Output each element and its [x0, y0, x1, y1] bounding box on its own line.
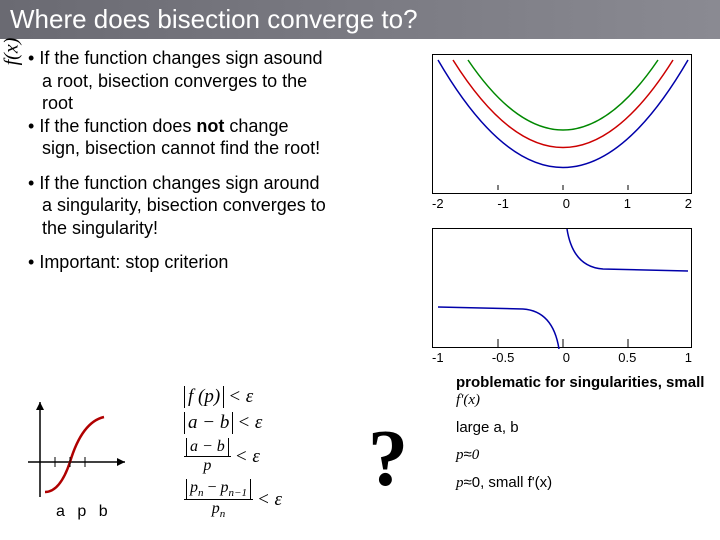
note-4a: p	[456, 475, 464, 491]
note-3: p≈0	[456, 446, 710, 464]
apb-labels: a p b	[56, 503, 112, 521]
bullet-3: • If the function changes sign around a …	[18, 172, 328, 240]
note-2-text: large a, b	[456, 419, 519, 436]
chart1-tick-0: -2	[432, 196, 444, 211]
chart1-tick-4: 2	[685, 196, 692, 211]
bullet-2-text-a: If the function does	[39, 116, 196, 136]
formula-4-pn1: p	[221, 479, 229, 496]
formula-2: a − b < ε	[184, 410, 282, 436]
bullet-2: • If the function does not change sign, …	[18, 115, 328, 160]
formula-2-rhs: < ε	[237, 412, 262, 434]
formula-4: pn − pn−1 pn < ε	[184, 477, 282, 522]
formula-1-rhs: < ε	[228, 386, 253, 408]
note-3b: ≈	[464, 446, 472, 463]
bullet-3-text: If the function changes sign around a si…	[39, 173, 326, 238]
chart1-tick-1: -1	[497, 196, 509, 211]
page-title: Where does bisection converge to?	[0, 0, 720, 39]
note-4c: 0, small f'(x)	[472, 474, 552, 491]
question-mark-icon: ?	[368, 414, 408, 505]
fx-axis-label: f(x)	[0, 38, 23, 66]
formula-4-pn: p	[190, 479, 198, 496]
chart2-xticks: -1 -0.5 0 0.5 1	[432, 350, 692, 365]
note-4b: ≈	[464, 474, 472, 491]
chart1-xticks: -2 -1 0 1 2	[432, 196, 692, 211]
formula-3-num: a − b	[186, 438, 229, 456]
note-1a: problematic for singularities, small	[456, 374, 704, 391]
chart1-tick-2: 0	[563, 196, 570, 211]
note-1: problematic for singularities, small f'(…	[456, 374, 710, 409]
note-1b: f'(x)	[456, 392, 480, 408]
bullet-1: • If the function changes sign asound a …	[18, 47, 328, 115]
formula-4-rhs: < ε	[257, 489, 282, 511]
chart-singularity	[432, 228, 692, 348]
chart2-tick-3: 0.5	[618, 350, 636, 365]
stop-criteria-formulas: f (p) < ε a − b < ε a − b p < ε pn − pn−…	[184, 384, 282, 522]
chart2-tick-1: -0.5	[492, 350, 514, 365]
chart-parabolas	[432, 54, 692, 194]
formula-1: f (p) < ε	[184, 384, 282, 410]
chart2-tick-0: -1	[432, 350, 444, 365]
note-3c: 0	[472, 447, 480, 463]
bullet-1-text: If the function changes sign asound a ro…	[39, 48, 322, 113]
formula-1-lhs: f (p)	[188, 386, 220, 407]
note-2: large a, b	[456, 419, 710, 436]
formula-3-den: p	[184, 457, 231, 475]
formula-4-den: p	[212, 500, 220, 517]
formula-3: a − b p < ε	[184, 436, 282, 477]
note-3a: p	[456, 447, 464, 463]
bullet-2-text-bold: not	[196, 116, 224, 136]
formula-3-rhs: < ε	[235, 446, 260, 468]
chart2-tick-2: 0	[563, 350, 570, 365]
criteria-notes: problematic for singularities, small f'(…	[456, 374, 710, 502]
chart2-tick-4: 1	[685, 350, 692, 365]
formula-4-den-sub: n	[220, 508, 226, 520]
formula-2-lhs: a − b	[188, 412, 229, 433]
fx-diagram	[20, 402, 130, 512]
note-4: p≈0, small f'(x)	[456, 474, 710, 492]
formula-4-sub-n1: n−1	[229, 487, 247, 499]
chart1-tick-3: 1	[624, 196, 631, 211]
formula-4-sub-n: n	[198, 487, 204, 499]
bullet-important-text: Important: stop criterion	[39, 252, 228, 272]
